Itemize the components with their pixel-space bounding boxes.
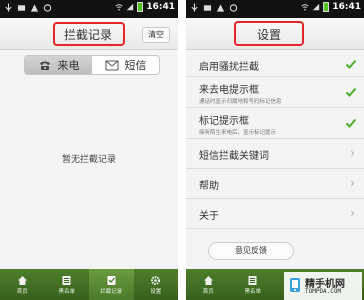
chevron-right-icon: › bbox=[350, 146, 355, 160]
nav-settings[interactable]: 设置 bbox=[134, 269, 179, 300]
page-title: 设置 bbox=[257, 28, 282, 42]
nav-home-label: 首页 bbox=[16, 288, 28, 295]
setting-sms-keywords[interactable]: 短信拦截关键词 › bbox=[186, 139, 364, 169]
empty-state-message: 暂无拦截记录 bbox=[61, 155, 116, 165]
setting-label: 短信拦截关键词 bbox=[199, 151, 269, 162]
tab-calls[interactable]: 来电 bbox=[25, 56, 92, 74]
nav-settings-label: 设置 bbox=[150, 288, 162, 295]
checkmark-icon[interactable] bbox=[345, 58, 357, 70]
setting-help[interactable]: 帮助 › bbox=[186, 169, 364, 199]
notification-icon bbox=[17, 5, 26, 11]
nav-home-label: 首页 bbox=[202, 288, 214, 295]
checkmark-icon[interactable] bbox=[345, 117, 357, 129]
home-icon bbox=[17, 275, 27, 285]
settings-screen: 16:41 设置 启用骚扰拦截 来去电提示框 通话时显示归属地和号码标记信息 标… bbox=[186, 0, 364, 300]
home-icon bbox=[203, 275, 213, 285]
tab-sms[interactable]: 短信 bbox=[92, 56, 159, 74]
blocked-records-screen: 16:41 拦截记录 清空 来电 短信 暂无拦截记录 首页 黑名单 拦截记录 设… bbox=[0, 0, 178, 300]
tab-sms-label: 短信 bbox=[124, 59, 147, 72]
wifi-icon bbox=[115, 4, 123, 11]
alert-icon bbox=[216, 4, 225, 12]
title-bar: 设置 bbox=[186, 18, 364, 50]
bottom-nav: 首页 黑名单 拦截记录 设置 bbox=[0, 269, 178, 300]
nav-blacklist[interactable]: 黑名单 bbox=[45, 269, 90, 300]
status-bar: 16:41 bbox=[0, 0, 178, 18]
notification-icon bbox=[203, 5, 212, 11]
usb-icon bbox=[5, 3, 12, 12]
checkmark-icon[interactable] bbox=[345, 86, 357, 98]
setting-call-popup[interactable]: 来去电提示框 通话时显示归属地和号码标记信息 bbox=[186, 77, 364, 108]
signal-icon bbox=[127, 3, 134, 11]
status-time: 16:41 bbox=[146, 2, 175, 12]
nav-blacklist[interactable]: 黑名单 bbox=[231, 269, 276, 300]
chevron-right-icon: › bbox=[350, 206, 355, 220]
gear-icon bbox=[151, 275, 161, 285]
sync-icon bbox=[229, 4, 238, 12]
title-bar: 拦截记录 清空 bbox=[0, 18, 178, 50]
clear-button[interactable]: 清空 bbox=[142, 27, 170, 43]
blacklist-icon bbox=[62, 275, 71, 285]
nav-home[interactable]: 首页 bbox=[186, 269, 231, 300]
settings-list: 启用骚扰拦截 来去电提示框 通话时显示归属地和号码标记信息 标记提示框 接听陌生… bbox=[186, 51, 364, 229]
incoming-call-icon bbox=[39, 61, 50, 70]
nav-blacklist-label: 黑名单 bbox=[58, 288, 75, 295]
battery-icon bbox=[323, 2, 330, 12]
nav-home[interactable]: 首页 bbox=[0, 269, 45, 300]
alert-icon bbox=[30, 4, 39, 12]
record-type-tabs: 来电 短信 bbox=[24, 55, 160, 75]
sms-icon bbox=[105, 60, 118, 70]
watermark: 精手机网 TOMPDA.COM bbox=[284, 272, 362, 300]
blacklist-icon bbox=[248, 275, 257, 285]
page-title: 拦截记录 bbox=[64, 28, 113, 42]
setting-label: 标记提示框 bbox=[199, 116, 249, 127]
usb-icon bbox=[191, 3, 198, 12]
sync-icon bbox=[43, 4, 52, 12]
setting-label: 关于 bbox=[199, 211, 219, 222]
watermark-url: TOMPDA.COM bbox=[305, 288, 342, 295]
status-bar: 16:41 bbox=[186, 0, 364, 18]
setting-description: 通话时显示归属地和号码标记信息 bbox=[199, 99, 282, 105]
status-time: 16:41 bbox=[332, 2, 361, 12]
tab-calls-label: 来电 bbox=[57, 59, 80, 72]
nav-blacklist-label: 黑名单 bbox=[244, 288, 261, 295]
wifi-icon bbox=[301, 4, 309, 11]
setting-label: 启用骚扰拦截 bbox=[199, 62, 259, 73]
setting-description: 接听陌生来电后，显示标记提示 bbox=[199, 130, 277, 136]
setting-about[interactable]: 关于 › bbox=[186, 199, 364, 229]
feedback-button[interactable]: 意见反馈 bbox=[208, 242, 294, 260]
chevron-right-icon: › bbox=[350, 176, 355, 190]
setting-label: 来去电提示框 bbox=[199, 85, 259, 96]
setting-label: 帮助 bbox=[199, 181, 219, 192]
battery-icon bbox=[137, 2, 144, 12]
setting-enable-blocking[interactable]: 启用骚扰拦截 bbox=[186, 51, 364, 77]
signal-icon bbox=[313, 3, 320, 11]
records-icon bbox=[107, 275, 116, 285]
nav-records[interactable]: 拦截记录 bbox=[89, 269, 134, 300]
site-logo-icon bbox=[290, 278, 300, 292]
nav-records-label: 拦截记录 bbox=[100, 288, 123, 295]
setting-mark-popup[interactable]: 标记提示框 接听陌生来电后，显示标记提示 bbox=[186, 108, 364, 139]
